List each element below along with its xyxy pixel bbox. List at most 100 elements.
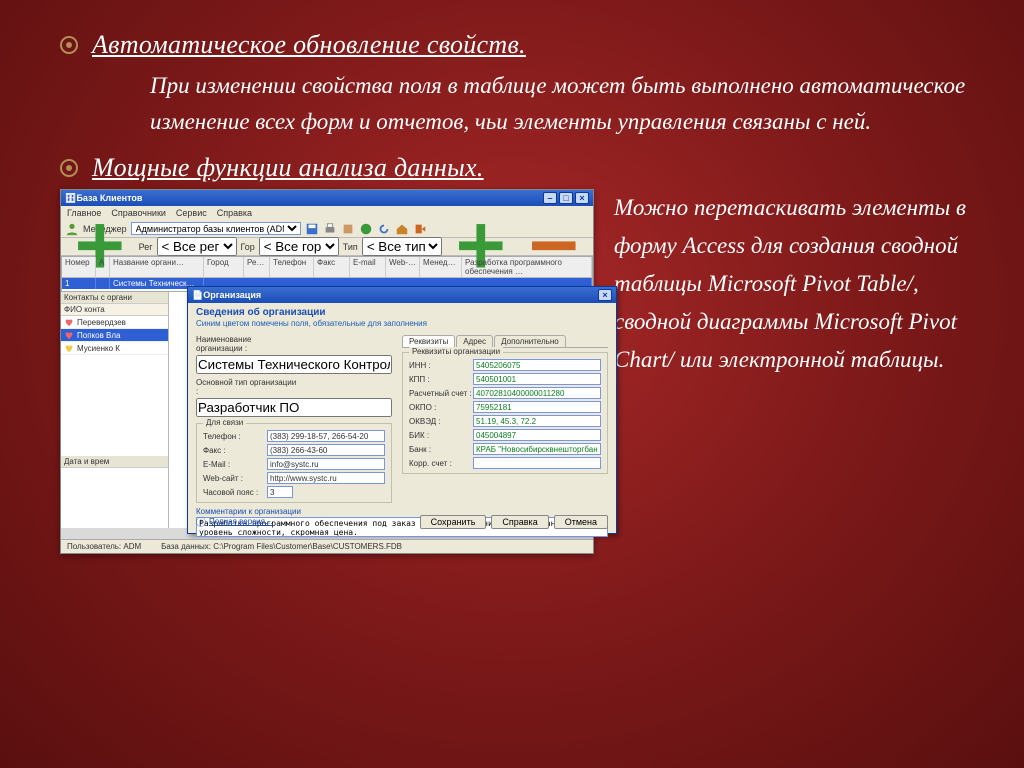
- kpp-input[interactable]: [473, 373, 601, 385]
- tab-address[interactable]: Адрес: [456, 335, 493, 347]
- app-icon: 🗄: [65, 193, 76, 204]
- email-input[interactable]: [267, 458, 385, 470]
- inn-label: ИНН :: [409, 361, 473, 370]
- okved-input[interactable]: [473, 415, 601, 427]
- acc-input[interactable]: [473, 387, 601, 399]
- okved-label: ОКВЭД :: [409, 417, 473, 426]
- heading-analysis: Мощные функции анализа данных.: [92, 153, 484, 183]
- col-reg[interactable]: Ре…: [244, 257, 270, 277]
- type-label: Основной тип организации :: [196, 378, 300, 396]
- app-window: 🗄 База Клиентов – □ × Главное Справочник…: [60, 189, 594, 554]
- menu-help[interactable]: Справка: [217, 208, 252, 218]
- col-email[interactable]: E-mail: [350, 257, 386, 277]
- heart-icon: [63, 343, 75, 353]
- full-version-link[interactable]: Полная версия…: [209, 517, 273, 526]
- bik-label: БИК :: [409, 431, 473, 440]
- toolbar-filters: Рег < Все регионы > Гор < Все города > Т…: [61, 238, 593, 256]
- heart-icon: [63, 330, 75, 340]
- name-input[interactable]: [196, 355, 392, 374]
- col-fax[interactable]: Факс: [314, 257, 350, 277]
- name-label: Наименование организации :: [196, 335, 300, 353]
- bank-input[interactable]: [473, 443, 601, 455]
- fax-input[interactable]: [267, 444, 385, 456]
- save-icon[interactable]: [305, 222, 319, 236]
- book-icon[interactable]: [341, 222, 355, 236]
- tz-label: Часовой пояс :: [203, 488, 267, 497]
- gor-select[interactable]: < Все города >: [259, 237, 339, 256]
- contact-row[interactable]: Попков Вла: [61, 329, 168, 342]
- heading-auto-update: Автоматическое обновление свойств.: [92, 30, 526, 60]
- contact-row[interactable]: Мусиенко К: [61, 342, 168, 355]
- col-desc[interactable]: Разработка программного обеспечения …: [462, 257, 592, 277]
- contacts-col[interactable]: ФИО конта: [61, 304, 168, 316]
- menu-service[interactable]: Сервис: [176, 208, 207, 218]
- bik-input[interactable]: [473, 429, 601, 441]
- col-name[interactable]: Название органи…: [110, 257, 204, 277]
- col-phone[interactable]: Телефон: [270, 257, 314, 277]
- datetime-header: Дата и врем: [61, 456, 168, 468]
- dialog-close-button[interactable]: ×: [598, 289, 612, 301]
- reg-label: Рег: [139, 242, 153, 252]
- tip-select[interactable]: < Все типы >: [362, 237, 442, 256]
- gor-label: Гор: [241, 242, 255, 252]
- bullet-icon: [60, 159, 78, 177]
- col-city[interactable]: Город: [204, 257, 244, 277]
- earth-icon[interactable]: [359, 222, 373, 236]
- korr-input[interactable]: [473, 457, 601, 469]
- heart-icon: [63, 317, 75, 327]
- left-pane: Контакты с органи ФИО конта Перевердзев …: [61, 292, 169, 528]
- dialog-title: Организация: [203, 290, 261, 300]
- kpp-label: КПП :: [409, 375, 473, 384]
- phone-input[interactable]: [267, 430, 385, 442]
- web-input[interactable]: [267, 472, 385, 484]
- contact-legend: Для связи: [203, 418, 246, 427]
- inn-input[interactable]: [473, 359, 601, 371]
- minimize-button[interactable]: –: [543, 192, 557, 204]
- col-web[interactable]: Web-…: [386, 257, 420, 277]
- dialog-hint: Синим цветом помечены поля, обязательные…: [196, 319, 608, 328]
- print-icon[interactable]: [323, 222, 337, 236]
- save-button[interactable]: Сохранить: [420, 515, 487, 529]
- reg-select[interactable]: < Все регионы >: [157, 237, 237, 256]
- status-db: База данных: C:\Program Files\Customer\B…: [161, 542, 402, 551]
- tab-requisites[interactable]: Реквизиты: [402, 335, 455, 347]
- status-user: Пользователь: ADM: [67, 542, 141, 551]
- statusbar: Пользователь: ADM База данных: C:\Progra…: [61, 539, 593, 553]
- dialog-heading: Сведения об организации: [196, 307, 608, 318]
- bullet-icon: [60, 36, 78, 54]
- okpo-input[interactable]: [473, 401, 601, 413]
- requisites-legend: Реквизиты организации: [409, 347, 503, 356]
- tip-label: Тип: [343, 242, 358, 252]
- help-button[interactable]: Справка: [491, 515, 548, 529]
- bank-label: Банк :: [409, 445, 473, 454]
- web-label: Web-сайт :: [203, 474, 267, 483]
- refresh-icon[interactable]: [377, 222, 391, 236]
- titlebar[interactable]: 🗄 База Клиентов – □ ×: [61, 190, 593, 206]
- manager-select[interactable]: Администратор базы клиентов (ADM): [131, 222, 301, 235]
- korr-label: Корр. счет :: [409, 459, 473, 468]
- contact-row[interactable]: Перевердзев: [61, 316, 168, 329]
- body-text-2: Можно перетаскивать элементы в форму Acc…: [614, 189, 984, 554]
- app-title: База Клиентов: [76, 193, 142, 203]
- fax-label: Факс :: [203, 446, 267, 455]
- body-text-1: При изменении свойства поля в таблице мо…: [150, 68, 984, 139]
- okpo-label: ОКПО :: [409, 403, 473, 412]
- exit-icon[interactable]: [413, 222, 427, 236]
- col-a[interactable]: А: [96, 257, 110, 277]
- org-dialog: 📄 Организация × Сведения об организации …: [187, 286, 617, 534]
- contacts-header: Контакты с органи: [61, 292, 168, 304]
- col-number[interactable]: Номер: [62, 257, 96, 277]
- acc-label: Расчетный счет :: [409, 389, 473, 398]
- tz-input[interactable]: [267, 486, 293, 498]
- maximize-button[interactable]: □: [559, 192, 573, 204]
- home-icon[interactable]: [395, 222, 409, 236]
- phone-label: Телефон :: [203, 432, 267, 441]
- dialog-titlebar[interactable]: 📄 Организация ×: [188, 287, 616, 303]
- col-manager[interactable]: Менед…: [420, 257, 462, 277]
- cancel-button[interactable]: Отмена: [554, 515, 608, 529]
- close-button[interactable]: ×: [575, 192, 589, 204]
- bullet-1: Автоматическое обновление свойств.: [60, 30, 984, 60]
- tab-additional[interactable]: Дополнительно: [494, 335, 566, 347]
- type-input[interactable]: [196, 398, 392, 417]
- email-label: E-Mail :: [203, 460, 267, 469]
